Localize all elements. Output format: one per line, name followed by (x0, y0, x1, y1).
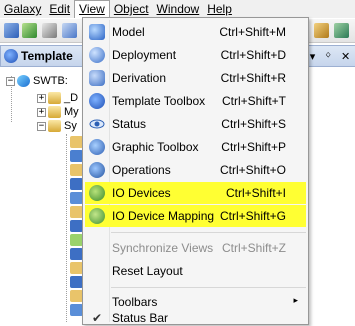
derivation-icon (89, 70, 105, 86)
menu-item-label: Synchronize Views (112, 241, 214, 255)
menu-item-label: IO Devices (112, 186, 171, 200)
menu-bar: Galaxy Edit View Object Window Help (0, 0, 355, 18)
menu-item-toolbars[interactable]: Toolbars ▸ (85, 291, 306, 313)
menu-item-reset-layout[interactable]: Reset Layout (85, 260, 306, 282)
tree-item-sy[interactable]: − Sy (37, 119, 77, 133)
expander-icon[interactable]: + (37, 93, 46, 103)
menu-view[interactable]: View (74, 0, 110, 18)
menu-item-io-device-mapping[interactable]: IO Device Mapping Ctrl+Shift+G (85, 205, 306, 227)
toolbar-tool-icon[interactable] (42, 23, 57, 38)
menu-item-shortcut: Ctrl+Shift+D (220, 48, 286, 62)
menu-edit[interactable]: Edit (45, 0, 74, 18)
menu-object-label: Object (113, 2, 149, 16)
menu-view-label: View (79, 2, 105, 16)
tree-item-d[interactable]: + _D (37, 91, 78, 105)
expander-icon[interactable]: − (37, 121, 46, 131)
graphic-toolbox-icon (89, 139, 105, 155)
galaxy-icon (17, 75, 30, 87)
tree-item-label: Sy (64, 120, 77, 132)
tree-item-my[interactable]: + My (37, 105, 79, 119)
folder-icon (48, 92, 61, 104)
menu-item-shortcut: Ctrl+Shift+O (219, 163, 286, 177)
menu-galaxy[interactable]: Galaxy (0, 0, 45, 18)
menu-item-graphic-toolbox[interactable]: Graphic Toolbox Ctrl+Shift+P (85, 136, 306, 158)
folder-icon (48, 120, 61, 132)
menu-item-synchronize-views: Synchronize Views Ctrl+Shift+Z (85, 237, 306, 259)
menu-item-shortcut: Ctrl+Shift+I (225, 186, 286, 200)
submenu-arrow-icon: ▸ (293, 295, 298, 305)
toolbar-gear-icon[interactable] (314, 23, 329, 38)
menu-help[interactable]: Help (203, 0, 236, 18)
menu-item-label: Deployment (112, 48, 177, 62)
menu-item-template-toolbox[interactable]: Template Toolbox Ctrl+Shift+T (85, 90, 306, 112)
toolbar-edit-icon[interactable] (62, 23, 77, 38)
folder-icon (48, 106, 61, 118)
menu-item-io-devices[interactable]: IO Devices Ctrl+Shift+I (85, 182, 306, 204)
menu-item-label: Toolbars (112, 295, 158, 309)
tree-root[interactable]: − SWTB: (6, 74, 68, 88)
view-menu-dropdown: Model Ctrl+Shift+M Deployment Ctrl+Shift… (82, 17, 309, 325)
toolbar-new-icon[interactable] (4, 23, 19, 38)
io-device-mapping-icon (89, 208, 105, 224)
menu-item-shortcut: Ctrl+Shift+T (221, 94, 286, 108)
tree-item-label: My (64, 106, 79, 118)
menu-item-label: IO Device Mapping (112, 209, 215, 223)
toolbar-deploy-icon[interactable] (334, 23, 349, 38)
menu-item-label: Reset Layout (112, 264, 183, 278)
menu-item-shortcut: Ctrl+Shift+Z (221, 241, 286, 255)
expander-icon[interactable]: − (6, 76, 15, 86)
menu-item-shortcut: Ctrl+Shift+S (221, 117, 286, 131)
deployment-icon (89, 47, 105, 63)
menu-item-shortcut: Ctrl+Shift+R (220, 71, 286, 85)
template-tree: − SWTB: + _D + My − Sy (0, 68, 86, 326)
operations-icon (89, 162, 105, 178)
status-eye-icon (89, 116, 105, 132)
tree-item-label: _D (64, 92, 79, 104)
template-toolbox-icon (4, 49, 18, 63)
menu-item-label: Derivation (112, 71, 167, 85)
pane-title: Template (21, 49, 73, 63)
menu-item-deployment[interactable]: Deployment Ctrl+Shift+D (85, 44, 306, 66)
menu-item-label: Status Bar (112, 311, 169, 325)
menu-item-label: Template Toolbox (112, 94, 206, 108)
menu-item-shortcut: Ctrl+Shift+G (219, 209, 286, 223)
pane-pin-icon[interactable]: ᛜ (325, 50, 332, 62)
pane-controls: ▾ ᛜ ✕ (305, 45, 355, 67)
io-devices-icon (89, 185, 105, 201)
menu-help-label: Help (207, 2, 232, 16)
expander-icon[interactable]: + (37, 107, 46, 117)
menu-separator (111, 232, 306, 233)
tree-root-label: SWTB: (33, 75, 68, 87)
template-toolbox-icon (89, 93, 105, 109)
menu-item-derivation[interactable]: Derivation Ctrl+Shift+R (85, 67, 306, 89)
toolbar-check-icon[interactable] (22, 23, 37, 38)
menu-item-label: Status (112, 117, 147, 131)
menu-object[interactable]: Object (110, 0, 153, 18)
model-icon (89, 24, 105, 40)
menu-galaxy-label: Galaxy (4, 2, 42, 16)
menu-item-label: Operations (112, 163, 171, 177)
menu-edit-label: Edit (49, 2, 71, 16)
menu-item-model[interactable]: Model Ctrl+Shift+M (85, 21, 306, 43)
menu-item-label: Graphic Toolbox (112, 140, 199, 154)
pane-close-icon[interactable]: ✕ (341, 50, 350, 63)
menu-separator (111, 287, 306, 288)
menu-item-status[interactable]: Status Ctrl+Shift+S (85, 113, 306, 135)
menu-item-shortcut: Ctrl+Shift+P (221, 140, 286, 154)
pane-dropdown-icon[interactable]: ▾ (310, 50, 316, 63)
template-pane-header: Template (0, 45, 86, 67)
menu-window-label: Window (156, 2, 200, 16)
menu-item-status-bar[interactable]: ✔ Status Bar (85, 311, 306, 325)
checkmark-icon: ✔ (91, 311, 103, 325)
menu-item-label: Model (112, 25, 145, 39)
menu-item-operations[interactable]: Operations Ctrl+Shift+O (85, 159, 306, 181)
menu-item-shortcut: Ctrl+Shift+M (219, 25, 286, 39)
menu-window[interactable]: Window (153, 0, 204, 18)
